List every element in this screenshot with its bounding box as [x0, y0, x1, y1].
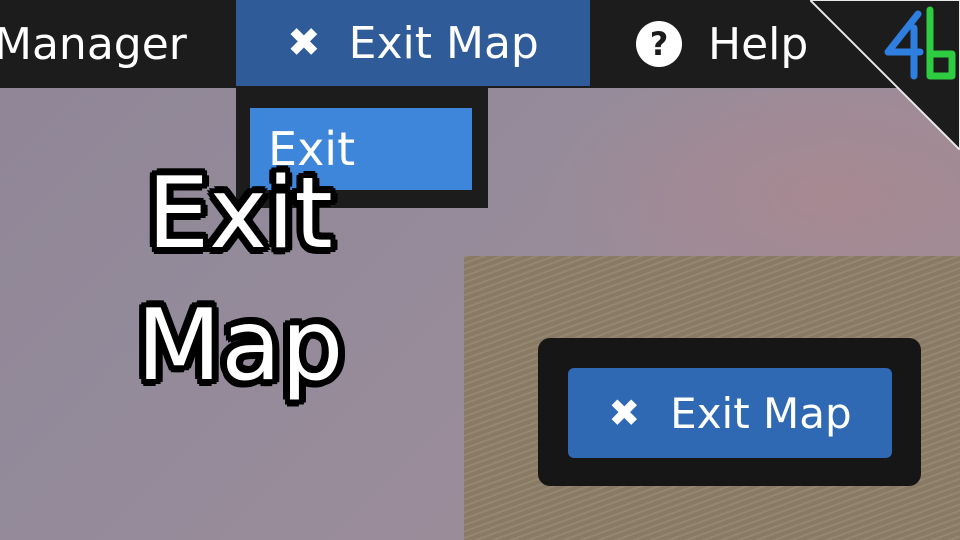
exit-map-button-label: Exit Map [670, 388, 852, 438]
menu-item-help-label: Help [708, 18, 809, 70]
caption-line-1: Exit [147, 157, 333, 271]
menu-item-exit-map[interactable]: ✖ Exit Map [236, 0, 590, 86]
exit-map-button[interactable]: ✖ Exit Map [568, 368, 892, 458]
menu-item-manager[interactable]: Manager [0, 0, 187, 88]
menu-item-help[interactable]: ? Help [636, 0, 808, 88]
question-circle-icon: ? [636, 21, 682, 67]
caption-line-2: Map [136, 289, 344, 403]
title-caption: Exit Map [100, 148, 380, 412]
menu-item-exit-map-label: Exit Map [348, 17, 539, 69]
menu-item-manager-label: Manager [0, 18, 187, 70]
close-icon: ✖ [608, 391, 641, 435]
close-icon: ✖ [287, 20, 321, 66]
app-logo-icon [810, 0, 960, 150]
